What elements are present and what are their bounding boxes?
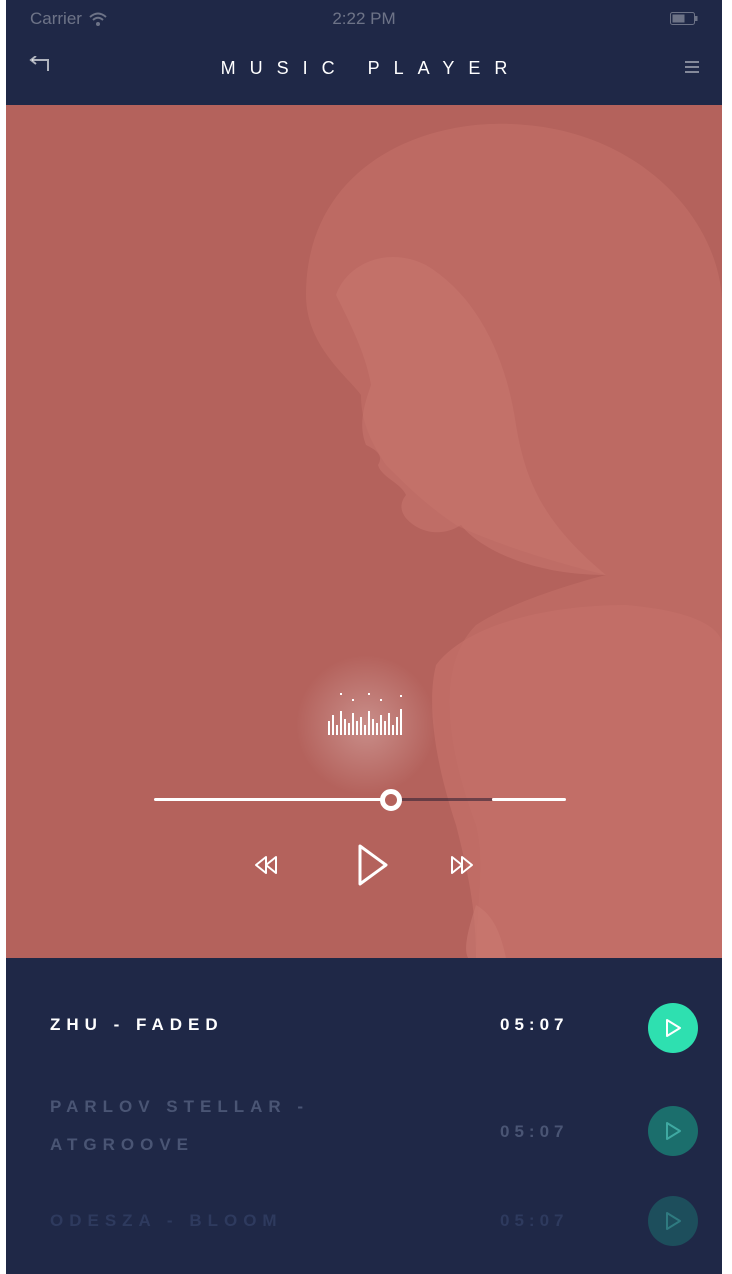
play-icon bbox=[666, 1212, 681, 1230]
battery-icon bbox=[670, 12, 698, 25]
music-player-screen: Carrier 2:22 PM MUSIC PLAYER ZHU - FADED… bbox=[6, 0, 722, 1274]
list-item[interactable]: ODESZA - BLOOM 05:07 bbox=[6, 1196, 722, 1246]
page-title: MUSIC PLAYER bbox=[220, 58, 522, 78]
track-duration: 05:07 bbox=[500, 1122, 569, 1141]
track-duration: 05:07 bbox=[500, 1015, 569, 1034]
play-icon bbox=[666, 1122, 681, 1140]
hamburger-menu-icon[interactable] bbox=[684, 59, 700, 75]
track-title: ZHU - FADED bbox=[50, 1015, 224, 1034]
seek-handle[interactable] bbox=[380, 789, 403, 811]
progress-played bbox=[154, 798, 392, 801]
playlist: ZHU - FADED 05:07 PARLOV STELLAR - ATGRO… bbox=[6, 958, 722, 1274]
seek-slider[interactable] bbox=[154, 787, 566, 813]
progress-buffered bbox=[391, 798, 492, 801]
track-title: ODESZA - BLOOM bbox=[50, 1211, 283, 1230]
list-item[interactable]: ZHU - FADED 05:07 bbox=[6, 1003, 722, 1053]
album-artwork bbox=[6, 105, 722, 958]
play-icon[interactable] bbox=[346, 840, 396, 890]
track-play-button[interactable] bbox=[648, 1106, 698, 1156]
equalizer-icon bbox=[328, 693, 402, 735]
list-item[interactable]: PARLOV STELLAR - ATGROOVE 05:07 bbox=[6, 1088, 722, 1168]
track-play-button[interactable] bbox=[648, 1196, 698, 1246]
nav-bar: MUSIC PLAYER bbox=[6, 38, 722, 105]
progress-remaining bbox=[491, 798, 566, 801]
status-time: 2:22 PM bbox=[332, 9, 396, 28]
track-play-button[interactable] bbox=[648, 1003, 698, 1053]
track-duration: 05:07 bbox=[500, 1211, 569, 1230]
play-icon bbox=[666, 1019, 681, 1037]
status-bar: Carrier 2:22 PM bbox=[6, 0, 722, 38]
track-title: PARLOV STELLAR - ATGROOVE bbox=[50, 1097, 310, 1154]
fast-forward-icon[interactable] bbox=[442, 852, 482, 878]
rewind-icon[interactable] bbox=[246, 852, 286, 878]
playback-controls bbox=[6, 840, 722, 890]
artwork-portrait bbox=[296, 123, 722, 958]
